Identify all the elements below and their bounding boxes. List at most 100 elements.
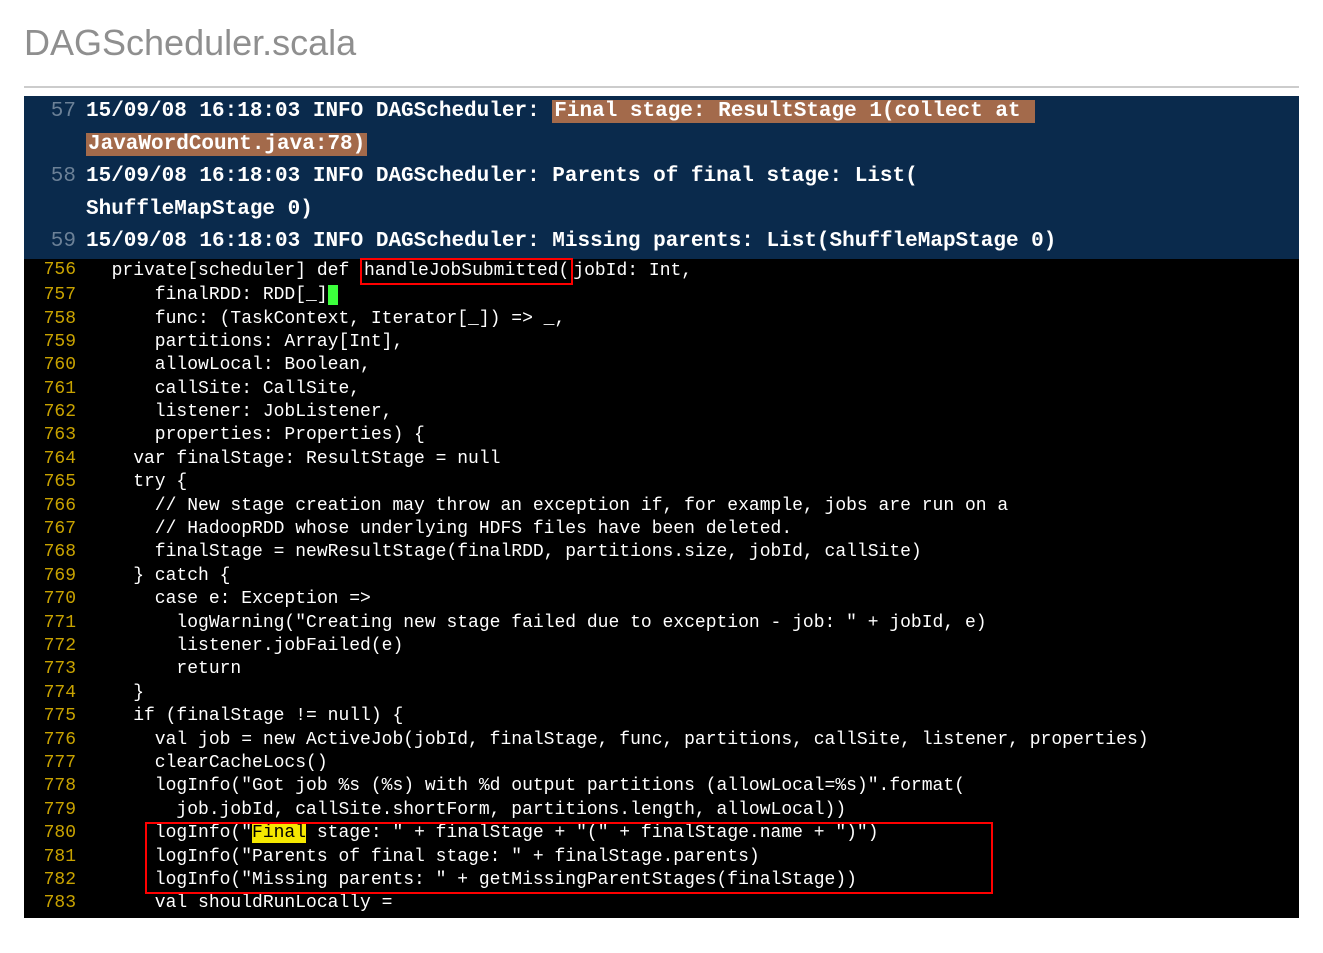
page-title: DAGScheduler.scala — [0, 0, 1323, 86]
code-line-text[interactable]: finalRDD: RDD[_], — [90, 284, 1299, 307]
code-row[interactable]: 777 clearCacheLocs() — [24, 752, 1299, 775]
code-line-number: 781 — [24, 846, 90, 869]
code-line-number: 765 — [24, 471, 90, 494]
code-line-text[interactable]: if (finalStage != null) { — [90, 705, 1299, 728]
code-row[interactable]: 781 logInfo("Parents of final stage: " +… — [24, 846, 1299, 869]
code-line-number: 767 — [24, 518, 90, 541]
code-line-text[interactable]: allowLocal: Boolean, — [90, 354, 1299, 377]
code-row[interactable]: 764 var finalStage: ResultStage = null — [24, 448, 1299, 471]
code-line-text[interactable]: // HadoopRDD whose underlying HDFS files… — [90, 518, 1299, 541]
code-row[interactable]: 763 properties: Properties) { — [24, 424, 1299, 447]
code-row[interactable]: 771 logWarning("Creating new stage faile… — [24, 612, 1299, 635]
code-row[interactable]: 776 val job = new ActiveJob(jobId, final… — [24, 729, 1299, 752]
log-line-text: 15/09/08 16:18:03 INFO DAGScheduler: Fin… — [86, 96, 1299, 161]
code-row[interactable]: 775 if (finalStage != null) { — [24, 705, 1299, 728]
code-line-number: 783 — [24, 892, 90, 915]
code-row[interactable]: 778 logInfo("Got job %s (%s) with %d out… — [24, 775, 1299, 798]
log-line-number: 57 — [24, 96, 86, 161]
code-line-text[interactable]: logInfo("Missing parents: " + getMissing… — [90, 869, 1299, 892]
code-line-text[interactable]: val job = new ActiveJob(jobId, finalStag… — [90, 729, 1299, 752]
code-line-number: 756 — [24, 259, 90, 284]
code-line-number: 772 — [24, 635, 90, 658]
code-line-text[interactable]: case e: Exception => — [90, 588, 1299, 611]
code-line-number: 773 — [24, 658, 90, 681]
code-editor[interactable]: 756 private[scheduler] def handleJobSubm… — [24, 259, 1299, 918]
code-line-text[interactable]: properties: Properties) { — [90, 424, 1299, 447]
code-row[interactable]: 758 func: (TaskContext, Iterator[_]) => … — [24, 308, 1299, 331]
code-line-number: 770 — [24, 588, 90, 611]
code-row[interactable]: 782 logInfo("Missing parents: " + getMis… — [24, 869, 1299, 892]
code-line-text[interactable]: callSite: CallSite, — [90, 378, 1299, 401]
code-row[interactable]: 783 val shouldRunLocally = — [24, 892, 1299, 915]
code-line-number: 768 — [24, 541, 90, 564]
code-row[interactable]: 779 job.jobId, callSite.shortForm, parti… — [24, 799, 1299, 822]
code-line-text[interactable]: // New stage creation may throw an excep… — [90, 495, 1299, 518]
code-line-number: 779 — [24, 799, 90, 822]
log-line-number: 59 — [24, 226, 86, 259]
code-line-text[interactable]: try { — [90, 471, 1299, 494]
code-line-text[interactable]: listener: JobListener, — [90, 401, 1299, 424]
code-line-number: 780 — [24, 822, 90, 845]
code-row[interactable]: 769 } catch { — [24, 565, 1299, 588]
code-line-text[interactable]: return — [90, 658, 1299, 681]
code-row[interactable]: 759 partitions: Array[Int], — [24, 331, 1299, 354]
code-line-number: 763 — [24, 424, 90, 447]
log-line-text: 15/09/08 16:18:03 INFO DAGScheduler: Par… — [86, 161, 1299, 226]
code-line-number: 758 — [24, 308, 90, 331]
code-row[interactable]: 773 return — [24, 658, 1299, 681]
code-row[interactable]: 767 // HadoopRDD whose underlying HDFS f… — [24, 518, 1299, 541]
code-row[interactable]: 766 // New stage creation may throw an e… — [24, 495, 1299, 518]
code-line-text[interactable]: val shouldRunLocally = — [90, 892, 1299, 915]
code-line-number: 775 — [24, 705, 90, 728]
code-line-text[interactable]: logInfo("Parents of final stage: " + fin… — [90, 846, 1299, 869]
code-line-text[interactable]: } — [90, 682, 1299, 705]
code-line-text[interactable]: partitions: Array[Int], — [90, 331, 1299, 354]
search-highlight: Final — [252, 823, 306, 843]
code-line-text[interactable]: finalStage = newResultStage(finalRDD, pa… — [90, 541, 1299, 564]
code-line-number: 761 — [24, 378, 90, 401]
code-line-number: 769 — [24, 565, 90, 588]
code-row[interactable]: 756 private[scheduler] def handleJobSubm… — [24, 259, 1299, 284]
code-line-text[interactable]: private[scheduler] def handleJobSubmitte… — [90, 259, 1299, 284]
code-row[interactable]: 760 allowLocal: Boolean, — [24, 354, 1299, 377]
code-row[interactable]: 761 callSite: CallSite, — [24, 378, 1299, 401]
divider — [24, 86, 1299, 88]
code-line-number: 760 — [24, 354, 90, 377]
code-line-number: 757 — [24, 284, 90, 307]
code-line-number: 776 — [24, 729, 90, 752]
code-row[interactable]: 768 finalStage = newResultStage(finalRDD… — [24, 541, 1299, 564]
code-line-text[interactable]: logWarning("Creating new stage failed du… — [90, 612, 1299, 635]
code-line-number: 759 — [24, 331, 90, 354]
code-line-number: 778 — [24, 775, 90, 798]
code-line-number: 764 — [24, 448, 90, 471]
code-line-number: 782 — [24, 869, 90, 892]
code-line-text[interactable]: clearCacheLocs() — [90, 752, 1299, 775]
log-row: 5715/09/08 16:18:03 INFO DAGScheduler: F… — [24, 96, 1299, 161]
code-line-number: 777 — [24, 752, 90, 775]
code-line-number: 774 — [24, 682, 90, 705]
code-row[interactable]: 762 listener: JobListener, — [24, 401, 1299, 424]
cursor: , — [328, 285, 339, 305]
log-output: 5715/09/08 16:18:03 INFO DAGScheduler: F… — [24, 96, 1299, 259]
code-line-text[interactable]: func: (TaskContext, Iterator[_]) => _, — [90, 308, 1299, 331]
log-row: 5815/09/08 16:18:03 INFO DAGScheduler: P… — [24, 161, 1299, 226]
code-line-number: 771 — [24, 612, 90, 635]
code-row[interactable]: 780 logInfo("Final stage: " + finalStage… — [24, 822, 1299, 845]
code-row[interactable]: 770 case e: Exception => — [24, 588, 1299, 611]
code-line-number: 766 — [24, 495, 90, 518]
code-row[interactable]: 772 listener.jobFailed(e) — [24, 635, 1299, 658]
code-line-text[interactable]: logInfo("Final stage: " + finalStage + "… — [90, 822, 1299, 845]
code-line-text[interactable]: job.jobId, callSite.shortForm, partition… — [90, 799, 1299, 822]
highlight-box: handleJobSubmitted( — [360, 258, 573, 285]
code-row[interactable]: 765 try { — [24, 471, 1299, 494]
log-row: 5915/09/08 16:18:03 INFO DAGScheduler: M… — [24, 226, 1299, 259]
code-row[interactable]: 757 finalRDD: RDD[_], — [24, 284, 1299, 307]
code-line-text[interactable]: var finalStage: ResultStage = null — [90, 448, 1299, 471]
code-line-text[interactable]: } catch { — [90, 565, 1299, 588]
log-line-number: 58 — [24, 161, 86, 226]
code-row[interactable]: 774 } — [24, 682, 1299, 705]
code-line-number: 762 — [24, 401, 90, 424]
code-line-text[interactable]: listener.jobFailed(e) — [90, 635, 1299, 658]
code-line-text[interactable]: logInfo("Got job %s (%s) with %d output … — [90, 775, 1299, 798]
log-line-text: 15/09/08 16:18:03 INFO DAGScheduler: Mis… — [86, 226, 1299, 259]
